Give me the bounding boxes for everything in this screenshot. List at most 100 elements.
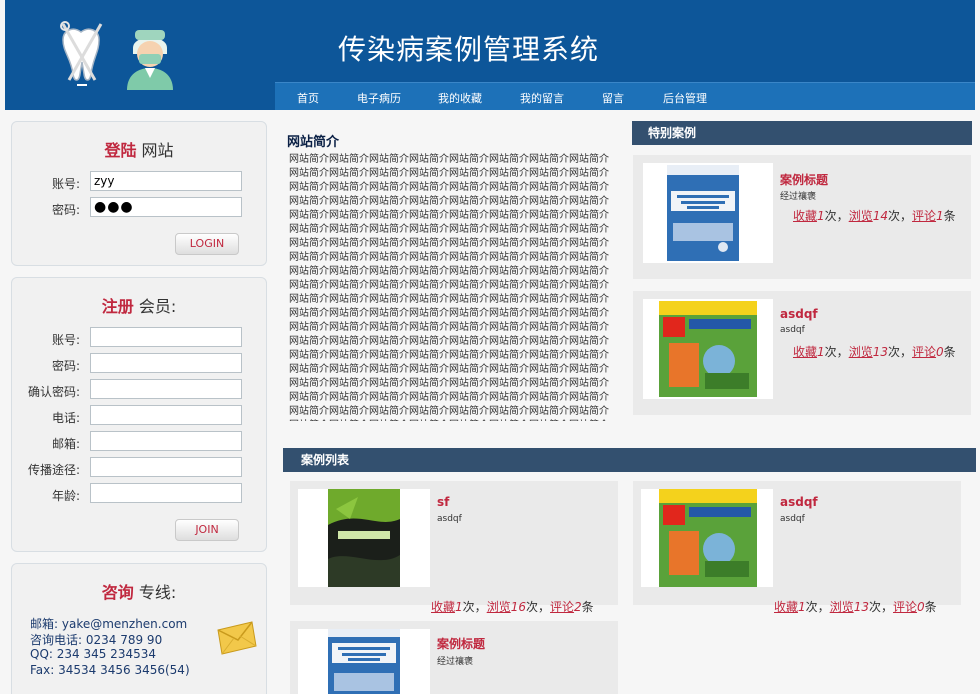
- intro-body: 网站简介网站简介网站简介网站简介网站简介网站简介网站简介网站简介网站简介网站简介…: [289, 154, 609, 421]
- favorite-unit: 次: [462, 600, 475, 614]
- contact-panel: 咨询 专线: 邮箱: yake@menzhen.com 咨询电话: 0234 7…: [11, 563, 267, 694]
- views-unit: 次: [887, 345, 900, 359]
- reg-confirm-input[interactable]: [90, 379, 242, 399]
- login-panel: 登陆 网站 账号: 密码: ●●● LOGIN: [11, 121, 267, 266]
- sep: ，: [881, 600, 894, 614]
- sep: ，: [900, 209, 913, 223]
- reg-account-label: 账号:: [51, 333, 80, 347]
- favorite-link[interactable]: 收藏: [793, 209, 817, 223]
- login-password-input[interactable]: ●●●: [90, 197, 242, 217]
- contact-fax: Fax: 34534 3456 3456(54): [30, 663, 190, 677]
- reg-email-input[interactable]: [90, 431, 242, 451]
- site-header: 传染病案例管理系统 首页 电子病历 我的收藏 我的留言 留言 后台管理: [5, 0, 975, 110]
- case-card[interactable]: sf asdqf 收藏1次，浏览16次，评论2条: [290, 481, 618, 614]
- comments-unit: 条: [581, 600, 594, 614]
- register-title: 注册 会员:: [12, 293, 266, 317]
- comments-link[interactable]: 评论: [912, 345, 936, 359]
- case-title[interactable]: 案例标题: [780, 171, 828, 188]
- case-subtitle: 经过禳褒: [780, 192, 817, 202]
- nav-my-messages[interactable]: 我的留言: [520, 90, 564, 106]
- favorite-unit: 次: [805, 600, 818, 614]
- intro-title: 网站简介: [287, 135, 340, 150]
- views-count: 13: [872, 345, 888, 359]
- case-card[interactable]: asdqf asdqf 收藏1次，浏览13次，评论0条: [633, 481, 961, 614]
- case-stats: 收藏1次，浏览13次，评论0条: [793, 343, 956, 360]
- logo-icon: [60, 21, 173, 90]
- login-account-input[interactable]: [90, 171, 242, 191]
- page: 传染病案例管理系统 首页 电子病历 我的收藏 我的留言 留言 后台管理 登陆 网…: [0, 0, 980, 694]
- book-cover-bob: [659, 301, 757, 397]
- register-title-highlight: 注册: [101, 297, 134, 316]
- reg-phone-input[interactable]: [90, 405, 242, 425]
- comments-link[interactable]: 评论: [893, 600, 917, 614]
- case-title[interactable]: 案例标题: [437, 635, 485, 652]
- views-link[interactable]: 浏览: [849, 209, 873, 223]
- comments-link[interactable]: 评论: [912, 209, 936, 223]
- favorite-count: 1: [798, 600, 806, 614]
- case-list-header: 案例列表: [283, 448, 976, 472]
- featured-header: 特别案例: [632, 121, 972, 145]
- case-stats: 收藏1次，浏览13次，评论0条: [774, 598, 937, 615]
- contact-phone: 咨询电话: 0234 789 90: [30, 633, 163, 647]
- reg-route-input[interactable]: [90, 457, 242, 477]
- reg-confirm-label: 确认密码:: [27, 385, 80, 399]
- favorite-count: 1: [817, 209, 825, 223]
- case-subtitle: asdqf: [780, 325, 805, 335]
- account-label: 账号:: [51, 177, 80, 191]
- case-title[interactable]: asdqf: [780, 307, 818, 321]
- featured-card[interactable]: 案例标题 经过禳褒 收藏1次，浏览14次，评论1条: [633, 155, 971, 279]
- views-link[interactable]: 浏览: [487, 600, 511, 614]
- book-cover-dark: [328, 489, 400, 587]
- nav-my-favorites[interactable]: 我的收藏: [438, 90, 482, 106]
- contact-title: 咨询 专线:: [12, 579, 266, 603]
- login-title-rest: 网站: [141, 141, 174, 160]
- favorite-link[interactable]: 收藏: [774, 600, 798, 614]
- reg-route-label: 传播途径:: [27, 463, 80, 477]
- case-title[interactable]: sf: [437, 495, 449, 509]
- case-image-frame: [641, 489, 773, 587]
- sep: ，: [836, 209, 849, 223]
- favorite-link[interactable]: 收藏: [793, 345, 817, 359]
- comments-unit: 条: [943, 209, 956, 223]
- views-count: 16: [510, 600, 526, 614]
- case-subtitle: asdqf: [780, 514, 805, 524]
- login-button[interactable]: LOGIN: [175, 233, 239, 255]
- sep: ，: [836, 345, 849, 359]
- views-count: 13: [853, 600, 869, 614]
- reg-email-label: 邮箱:: [51, 437, 80, 451]
- reg-account-input[interactable]: [90, 327, 242, 347]
- case-image-frame: [643, 163, 773, 263]
- views-count: 14: [872, 209, 888, 223]
- favorite-count: 1: [455, 600, 463, 614]
- reg-password-input[interactable]: [90, 353, 242, 373]
- case-subtitle: asdqf: [437, 514, 462, 524]
- book-cover-engineering: [328, 629, 400, 694]
- views-link[interactable]: 浏览: [849, 345, 873, 359]
- nav-message[interactable]: 留言: [602, 90, 624, 106]
- book-cover-engineering: [667, 165, 739, 261]
- nav-emr[interactable]: 电子病历: [357, 90, 401, 106]
- contact-qq: QQ: 234 345 234534: [30, 647, 156, 661]
- nav-admin[interactable]: 后台管理: [663, 90, 707, 106]
- login-title: 登陆 网站: [12, 137, 266, 161]
- reg-age-input[interactable]: [90, 483, 242, 503]
- join-button[interactable]: JOIN: [175, 519, 239, 541]
- featured-card[interactable]: asdqf asdqf 收藏1次，浏览13次，评论0条: [633, 291, 971, 415]
- password-label: 密码:: [51, 203, 80, 217]
- favorite-unit: 次: [824, 345, 837, 359]
- sep: ，: [900, 345, 913, 359]
- favorite-link[interactable]: 收藏: [431, 600, 455, 614]
- views-link[interactable]: 浏览: [830, 600, 854, 614]
- views-unit: 次: [525, 600, 538, 614]
- case-card[interactable]: 案例标题 经过禳褒: [290, 621, 618, 694]
- login-title-highlight: 登陆: [104, 141, 137, 160]
- case-subtitle: 经过禳褒: [437, 657, 474, 667]
- case-stats: 收藏1次，浏览16次，评论2条: [431, 598, 594, 615]
- contact-title-highlight: 咨询: [101, 583, 134, 602]
- sep: ，: [817, 600, 830, 614]
- comments-count: 1: [936, 209, 944, 223]
- case-title[interactable]: asdqf: [780, 495, 818, 509]
- comments-count: 0: [936, 345, 944, 359]
- nav-home[interactable]: 首页: [297, 90, 319, 106]
- comments-link[interactable]: 评论: [550, 600, 574, 614]
